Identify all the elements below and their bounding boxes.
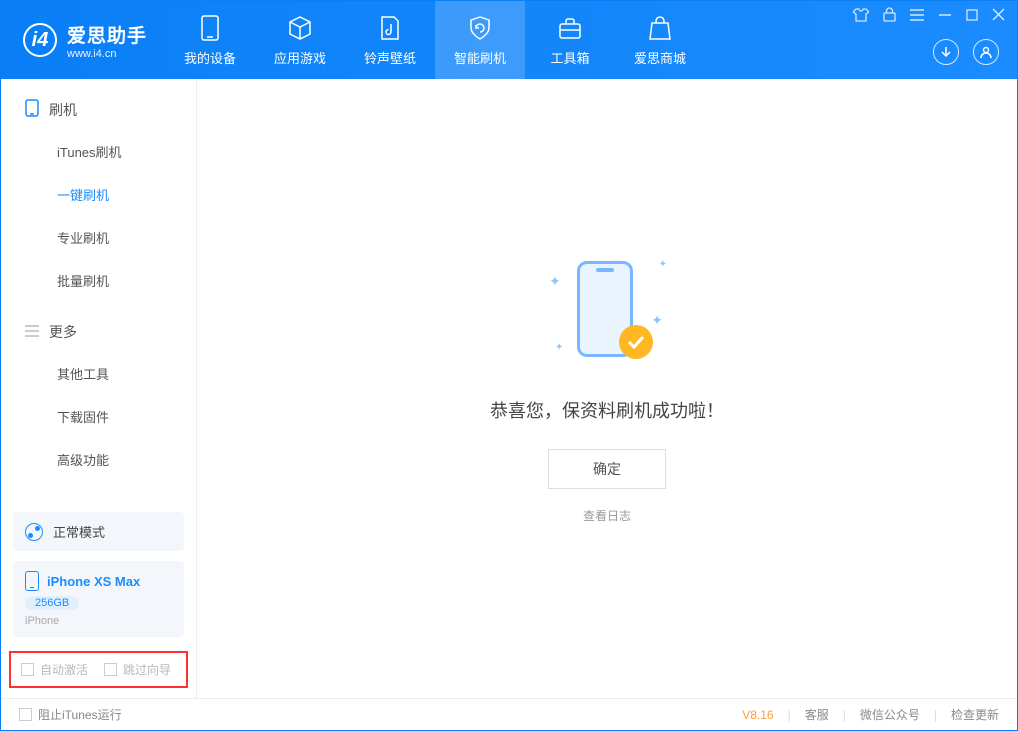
checkbox-icon [104, 663, 117, 676]
sparkle-icon: ✦ [659, 259, 667, 270]
maximize-button[interactable] [966, 8, 978, 26]
wechat-link[interactable]: 微信公众号 [860, 706, 920, 723]
device-icon [25, 99, 39, 120]
checkbox-auto-activate[interactable]: 自动激活 [21, 661, 88, 678]
checkbox-block-itunes[interactable]: 阻止iTunes运行 [19, 706, 122, 723]
toolbox-icon [556, 14, 584, 42]
tab-ringtone-wallpaper[interactable]: 铃声壁纸 [345, 1, 435, 79]
tab-smart-flash[interactable]: 智能刷机 [435, 1, 525, 79]
sidebar-item-batch-flash[interactable]: 批量刷机 [1, 259, 196, 302]
tab-my-device[interactable]: 我的设备 [165, 1, 255, 79]
sidebar: 刷机 iTunes刷机 一键刷机 专业刷机 批量刷机 更多 其他工具 下载固件 … [1, 79, 197, 698]
sidebar-item-one-click-flash[interactable]: 一键刷机 [1, 173, 196, 216]
tab-apps-games[interactable]: 应用游戏 [255, 1, 345, 79]
app-logo-icon: i4 [23, 23, 57, 57]
sparkle-icon: ✦ [651, 312, 663, 329]
minimize-button[interactable] [938, 8, 952, 27]
sidebar-item-advanced[interactable]: 高级功能 [1, 438, 196, 481]
checkbox-label: 跳过向导 [123, 661, 171, 678]
app-window: i4 爱思助手 www.i4.cn 我的设备 应用游戏 铃声壁纸 智能刷机 [0, 0, 1018, 731]
app-title: 爱思助手 [67, 21, 147, 48]
checkbox-icon [21, 663, 34, 676]
music-file-icon [376, 14, 404, 42]
sidebar-item-other-tools[interactable]: 其他工具 [1, 352, 196, 395]
sidebar-group-more: 更多 [1, 302, 196, 352]
phone-icon [196, 14, 224, 42]
tab-label: 爱思商城 [634, 48, 686, 67]
statusbar-right: V8.16 | 客服 | 微信公众号 | 检查更新 [742, 706, 999, 723]
close-button[interactable] [992, 8, 1005, 26]
sidebar-item-itunes-flash[interactable]: iTunes刷机 [1, 130, 196, 173]
tab-toolbox[interactable]: 工具箱 [525, 1, 615, 79]
app-subtitle: www.i4.cn [67, 48, 147, 60]
device-type: iPhone [25, 615, 172, 627]
sidebar-group-flash: 刷机 [1, 79, 196, 130]
check-update-link[interactable]: 检查更新 [951, 706, 999, 723]
checkbox-skip-guide[interactable]: 跳过向导 [104, 661, 171, 678]
checkbox-icon [19, 708, 32, 721]
tab-label: 工具箱 [551, 48, 590, 67]
shield-refresh-icon [466, 14, 494, 42]
separator: | [843, 708, 846, 722]
sparkle-icon: ✦ [555, 342, 563, 353]
device-panel: 正常模式 iPhone XS Max 256GB iPhone [13, 512, 184, 651]
device-storage: 256GB [25, 596, 79, 610]
main-content: ✦ ✦ ✦ ✦ 恭喜您，保资料刷机成功啦！ 确定 查看日志 [197, 79, 1017, 698]
group-label: 更多 [49, 322, 77, 342]
body: 刷机 iTunes刷机 一键刷机 专业刷机 批量刷机 更多 其他工具 下载固件 … [1, 79, 1017, 698]
cube-icon [286, 14, 314, 42]
sparkle-icon: ✦ [549, 273, 561, 290]
flash-options-box: 自动激活 跳过向导 [9, 651, 188, 688]
tshirt-icon[interactable] [853, 8, 869, 27]
group-label: 刷机 [49, 100, 77, 120]
phone-small-icon [25, 571, 39, 591]
device-mode-row[interactable]: 正常模式 [13, 512, 184, 551]
list-icon [25, 324, 39, 340]
success-message: 恭喜您，保资料刷机成功啦！ [490, 397, 724, 423]
checkbox-label: 阻止iTunes运行 [38, 706, 122, 723]
bag-icon [646, 14, 674, 42]
separator: | [788, 708, 791, 722]
lock-icon[interactable] [883, 7, 896, 27]
mode-icon [25, 523, 43, 541]
titlebar-right [853, 1, 1017, 79]
tab-label: 应用游戏 [274, 48, 326, 67]
device-name-row: iPhone XS Max [25, 571, 172, 591]
user-button[interactable] [973, 39, 999, 65]
version-label: V8.16 [742, 708, 773, 722]
sidebar-item-pro-flash[interactable]: 专业刷机 [1, 216, 196, 259]
logo-text: 爱思助手 www.i4.cn [67, 21, 147, 60]
success-check-badge-icon [619, 325, 653, 359]
separator: | [934, 708, 937, 722]
support-link[interactable]: 客服 [805, 706, 829, 723]
nav-tabs: 我的设备 应用游戏 铃声壁纸 智能刷机 工具箱 爱思商城 [165, 1, 705, 79]
device-name: iPhone XS Max [47, 574, 140, 589]
device-info-row[interactable]: iPhone XS Max 256GB iPhone [13, 561, 184, 637]
sidebar-item-download-firmware[interactable]: 下载固件 [1, 395, 196, 438]
success-illustration: ✦ ✦ ✦ ✦ [547, 253, 667, 373]
device-mode: 正常模式 [53, 522, 105, 541]
ok-button[interactable]: 确定 [548, 449, 666, 489]
logo-area: i4 爱思助手 www.i4.cn [1, 1, 165, 79]
download-button[interactable] [933, 39, 959, 65]
tab-label: 智能刷机 [454, 48, 506, 67]
checkbox-label: 自动激活 [40, 661, 88, 678]
statusbar: 阻止iTunes运行 V8.16 | 客服 | 微信公众号 | 检查更新 [1, 698, 1017, 730]
titlebar: i4 爱思助手 www.i4.cn 我的设备 应用游戏 铃声壁纸 智能刷机 [1, 1, 1017, 79]
account-icons [933, 39, 999, 65]
window-controls [853, 7, 1005, 27]
tab-label: 我的设备 [184, 48, 236, 67]
menu-icon[interactable] [910, 8, 924, 26]
view-log-link[interactable]: 查看日志 [583, 507, 631, 524]
tab-store[interactable]: 爱思商城 [615, 1, 705, 79]
tab-label: 铃声壁纸 [364, 48, 416, 67]
